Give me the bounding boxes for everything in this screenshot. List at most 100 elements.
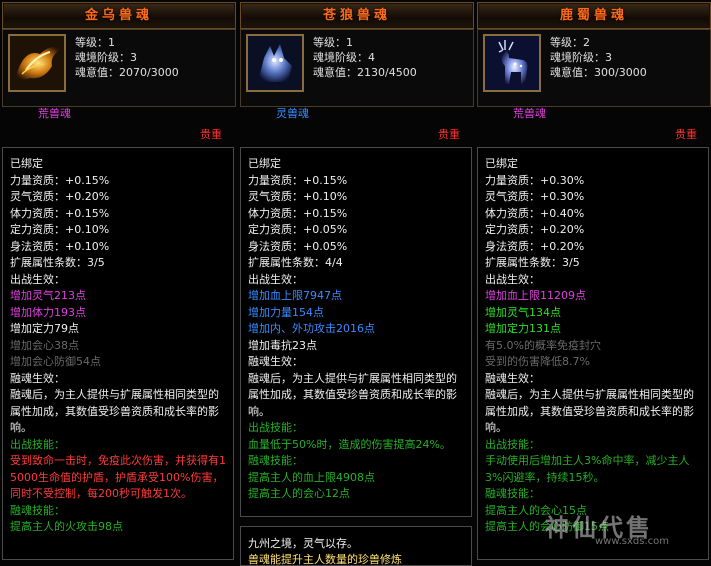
description-line: 提高主人的火攻击98点	[10, 520, 123, 533]
description-line: 出战生效：	[10, 272, 65, 286]
tier-label: 魂境阶级：	[313, 51, 368, 64]
description-line: 受到致命一击时，免疫此次伤害，并获得有15000生命值的护盾，护盾承受100%伤…	[10, 454, 226, 500]
description-line: 出战生效：	[248, 272, 303, 286]
tier-value: 4	[368, 51, 375, 64]
soul-description: 已绑定 力量资质：+0.30% 灵气资质：+0.30% 体力资质：+0.40% 定力资质…	[477, 147, 709, 560]
luzhu-deer-icon[interactable]	[483, 34, 541, 92]
description-line: 增加灵气213点	[10, 289, 86, 302]
description-line: 出战技能：	[248, 421, 303, 434]
panel-title: 苍狼兽魂	[240, 2, 474, 29]
soul-stats: 等级：1 魂境阶级：3 魂意值：2070/3000	[75, 35, 179, 80]
panel-title: 金乌兽魂	[2, 2, 236, 29]
description-line: 身法资质：+0.05%	[248, 239, 348, 253]
will-value: 2070/3000	[119, 66, 179, 79]
description-line: 提高主人的会心12点	[248, 487, 350, 500]
soul-type-label: 灵兽魂	[276, 107, 309, 120]
pet-soul-panel-azure-wolf: 苍狼兽魂 等级：1 魂境阶级：4 魂意值：2130/4500 灵兽魂 贵重 已绑…	[240, 0, 474, 566]
description-line: 体力资质：+0.40%	[485, 206, 585, 220]
soul-header: 等级：1 魂境阶级：3 魂意值：2070/3000	[2, 29, 236, 107]
rarity-badge: 贵重	[200, 128, 222, 141]
description-line: 融魂后，为主人提供与扩展属性相同类型的属性加成，其数值受珍兽资质和成长率的影响。	[485, 388, 694, 434]
lore-tip-line-2: 兽魂能提升主人数量的珍兽修炼	[248, 553, 402, 566]
pet-soul-panel-golden-crow: 金乌兽魂 等级：1 魂境阶级：3 魂意值：2070/3000 荒兽魂 贵重 已绑…	[2, 0, 236, 560]
description-line: 力量资质：+0.15%	[10, 173, 110, 187]
soul-header: 等级：1 魂境阶级：4 魂意值：2130/4500	[240, 29, 474, 107]
description-line: 体力资质：+0.15%	[248, 206, 348, 220]
description-line: 融魂技能：	[248, 454, 303, 467]
description-line: 增加定力131点	[485, 322, 561, 335]
panel-title: 鹿蜀兽魂	[477, 2, 711, 29]
soul-type-label: 荒兽魂	[513, 107, 546, 120]
level-label: 等级：	[550, 36, 583, 49]
description-line: 融魂后，为主人提供与扩展属性相同类型的属性加成，其数值受珍兽资质和成长率的影响。	[10, 388, 219, 434]
soul-header: 等级：2 魂境阶级：3 魂意值：300/3000	[477, 29, 711, 107]
will-label: 魂意值：	[75, 66, 119, 79]
description-line: 力量资质：+0.30%	[485, 173, 585, 187]
level-value: 2	[583, 36, 590, 49]
description-line: 扩展属性条数：3/5	[10, 256, 105, 269]
tier-value: 3	[130, 51, 137, 64]
description-line: 增加会心防御54点	[10, 355, 101, 368]
azure-wolf-icon[interactable]	[246, 34, 304, 92]
pet-soul-panel-luzhu-deer: 鹿蜀兽魂 等级：2 魂境阶级：3 魂意值：300/3000 荒兽魂 贵重 已绑定…	[477, 0, 711, 560]
description-line: 受到的伤害降低8.7%	[485, 355, 590, 368]
description-line: 增加灵气134点	[485, 305, 561, 319]
description-line: 已绑定	[10, 157, 43, 170]
description-line: 增加定力79点	[10, 322, 79, 335]
description-line: 融魂生效：	[10, 371, 65, 385]
description-line: 扩展属性条数：4/4	[248, 256, 343, 269]
description-line: 力量资质：+0.15%	[248, 173, 348, 187]
description-line: 融魂技能：	[485, 487, 540, 500]
level-label: 等级：	[313, 36, 346, 49]
level-value: 1	[346, 36, 353, 49]
description-line: 融魂生效：	[248, 355, 303, 368]
description-line: 灵气资质：+0.30%	[485, 190, 585, 203]
lore-tip-line: 九州之境，灵气以存。	[248, 537, 358, 550]
tier-value: 3	[605, 51, 612, 64]
description-line: 融魂生效：	[485, 371, 540, 385]
description-line: 出战技能：	[10, 437, 65, 451]
description-line: 融魂后，为主人提供与扩展属性相同类型的属性加成，其数值受珍兽资质和成长率的影响。	[248, 371, 457, 418]
soul-description: 已绑定力量资质：+0.15% 灵气资质：+0.20% 体力资质：+0.15% 定力资质…	[2, 147, 234, 560]
description-line: 灵气资质：+0.20%	[10, 190, 110, 203]
description-line: 血量低于50%时，造成的伤害提高24%。	[248, 437, 451, 451]
watermark-url: www.sxds.com	[595, 536, 670, 547]
description-line: 出战生效：	[485, 272, 540, 286]
tier-label: 魂境阶级：	[550, 51, 605, 64]
description-line: 体力资质：+0.15%	[10, 206, 110, 220]
description-line: 已绑定	[485, 157, 518, 170]
description-line: 增加毒抗23点	[248, 338, 317, 352]
description-line: 手动使用后增加主人3%命中率，减少主人3%闪避率，持续15秒。	[485, 454, 690, 484]
description-line: 融魂技能：	[10, 503, 65, 517]
description-line: 灵气资质：+0.10%	[248, 190, 348, 203]
description-line: 出战技能：	[485, 437, 540, 451]
description-line: 增加内、外功攻击2016点	[248, 322, 375, 335]
will-label: 魂意值：	[550, 66, 594, 79]
description-line: 增加血上限11209点	[485, 289, 586, 302]
description-line: 有5.0%的概率免疫封穴	[485, 338, 601, 352]
site-watermark: 神仙代售 www.sxds.com	[545, 504, 705, 554]
soul-description: 已绑定力量资质：+0.15% 灵气资质：+0.10% 体力资质：+0.15% 定力资质…	[240, 147, 472, 517]
lore-tip-box: 九州之境，灵气以存。 兽魂能提升主人数量的珍兽修炼	[240, 526, 472, 566]
description-line: 增加会心38点	[10, 338, 79, 352]
description-line: 增加血上限7947点	[248, 289, 342, 302]
description-line: 定力资质：+0.10%	[10, 223, 110, 236]
description-line: 身法资质：+0.10%	[10, 239, 110, 253]
description-line: 扩展属性条数：3/5	[485, 256, 580, 269]
level-value: 1	[108, 36, 115, 49]
tier-label: 魂境阶级：	[75, 51, 130, 64]
will-value: 300/3000	[594, 66, 647, 79]
level-label: 等级：	[75, 36, 108, 49]
golden-crow-phoenix-icon[interactable]	[8, 34, 66, 92]
rarity-badge: 贵重	[675, 128, 697, 141]
description-line: 定力资质：+0.05%	[248, 223, 348, 236]
will-label: 魂意值：	[313, 66, 357, 79]
soul-type-label: 荒兽魂	[38, 107, 71, 120]
description-line: 增加体力193点	[10, 305, 86, 319]
soul-stats: 等级：2 魂境阶级：3 魂意值：300/3000	[550, 35, 647, 80]
soul-stats: 等级：1 魂境阶级：4 魂意值：2130/4500	[313, 35, 417, 80]
description-line: 身法资质：+0.20%	[485, 239, 585, 253]
rarity-badge: 贵重	[438, 128, 460, 141]
description-line: 已绑定	[248, 157, 281, 170]
will-value: 2130/4500	[357, 66, 417, 79]
